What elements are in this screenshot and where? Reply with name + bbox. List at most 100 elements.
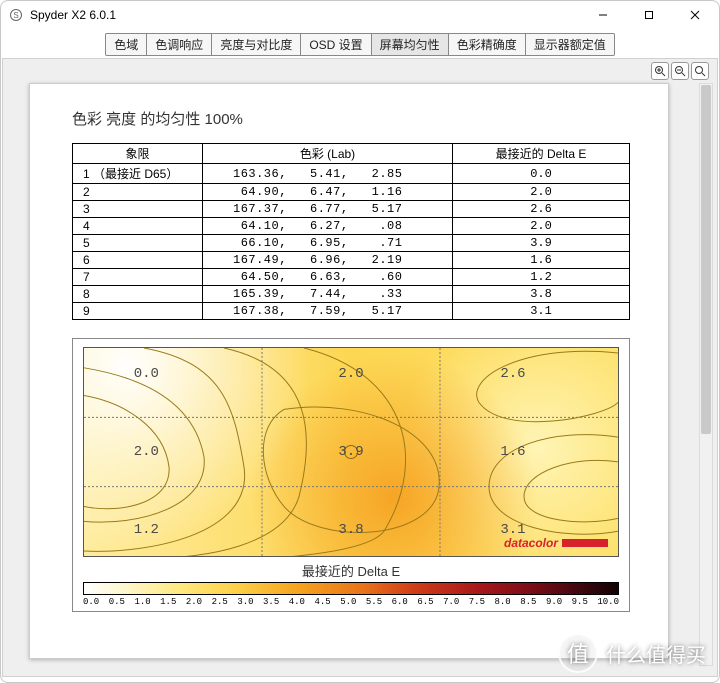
cell-lab: 167.37, 6.77, 5.17	[203, 201, 453, 218]
cell-quadrant: 4	[73, 218, 203, 235]
window-title: Spyder X2 6.0.1	[30, 8, 116, 22]
col-header-lab: 色彩 (Lab)	[203, 144, 453, 164]
color-scale-ticks: 0.00.51.01.52.02.53.03.54.04.55.05.56.06…	[83, 597, 619, 607]
minimize-button[interactable]	[580, 0, 626, 30]
table-row: 8165.39, 7.44, .333.8	[73, 286, 630, 303]
report-page: 色彩 亮度 的均匀性 100% 象限 色彩 (Lab) 最接近的 Delta E…	[29, 83, 669, 659]
scale-tick: 3.5	[263, 597, 279, 607]
cell-deltae: 2.6	[453, 201, 630, 218]
cell-quadrant: 8	[73, 286, 203, 303]
col-header-quadrant: 象限	[73, 144, 203, 164]
cell-value-label: 2.0	[134, 444, 159, 460]
tab-6[interactable]: 显示器额定值	[526, 34, 614, 55]
window-controls	[580, 0, 718, 30]
svg-text:S: S	[13, 11, 18, 20]
cell-value-label: 2.6	[500, 366, 525, 382]
cell-quadrant: 2	[73, 184, 203, 201]
col-header-deltae: 最接近的 Delta E	[453, 144, 630, 164]
cell-lab: 167.49, 6.96, 2.19	[203, 252, 453, 269]
zoom-toolbar	[651, 62, 709, 80]
zoom-fit-button[interactable]	[691, 62, 709, 80]
scale-tick: 6.0	[392, 597, 408, 607]
cell-deltae: 3.1	[453, 303, 630, 320]
scale-tick: 5.5	[366, 597, 382, 607]
scale-tick: 10.0	[597, 597, 619, 607]
cell-value-label: 3.1	[500, 522, 525, 538]
cell-quadrant: 7	[73, 269, 203, 286]
scale-tick: 3.0	[237, 597, 253, 607]
cell-lab: 167.38, 7.59, 5.17	[203, 303, 453, 320]
app-icon: S	[8, 7, 24, 23]
cell-value-label: 3.9	[338, 444, 363, 460]
cell-lab: 66.10, 6.95, .71	[203, 235, 453, 252]
vertical-scrollbar[interactable]	[699, 83, 713, 666]
table-row: 6167.49, 6.96, 2.191.6	[73, 252, 630, 269]
scale-tick: 2.5	[212, 597, 228, 607]
cell-quadrant: 3	[73, 201, 203, 218]
cell-deltae: 2.0	[453, 184, 630, 201]
cell-value-label: 2.0	[338, 366, 363, 382]
zoom-out-button[interactable]	[671, 62, 689, 80]
scale-tick: 1.5	[160, 597, 176, 607]
scale-tick: 2.0	[186, 597, 202, 607]
scale-tick: 1.0	[134, 597, 150, 607]
watermark-icon: 值	[558, 633, 598, 673]
table-row: 1 （最接近 D65）163.36, 5.41, 2.850.0	[73, 164, 630, 184]
cell-deltae: 1.6	[453, 252, 630, 269]
scale-tick: 4.0	[289, 597, 305, 607]
tabs-group: 色域色调响应亮度与对比度OSD 设置屏幕均匀性色彩精确度显示器额定值	[105, 33, 614, 56]
tab-4[interactable]: 屏幕均匀性	[372, 34, 449, 55]
scale-tick: 7.5	[469, 597, 485, 607]
scale-tick: 5.0	[340, 597, 356, 607]
cell-quadrant: 9	[73, 303, 203, 320]
cell-value-label: 1.2	[134, 522, 159, 538]
page-title: 色彩 亮度 的均匀性 100%	[72, 108, 654, 129]
tab-5[interactable]: 色彩精确度	[449, 34, 526, 55]
table-row: 4 64.10, 6.27, .082.0	[73, 218, 630, 235]
cell-lab: 64.10, 6.27, .08	[203, 218, 453, 235]
cell-quadrant: 1 （最接近 D65）	[73, 164, 203, 184]
uniformity-chart: datacolor 0.0 2.0 2.6 2.0 3.9 1.6 1.2 3.8 3.1 最接…	[72, 338, 630, 612]
scale-tick: 0.0	[83, 597, 99, 607]
cell-deltae: 0.0	[453, 164, 630, 184]
client-area: 色彩 亮度 的均匀性 100% 象限 色彩 (Lab) 最接近的 Delta E…	[2, 58, 718, 677]
scale-tick: 8.5	[520, 597, 536, 607]
scale-tick: 7.0	[443, 597, 459, 607]
scale-tick: 9.0	[546, 597, 562, 607]
cell-deltae: 3.9	[453, 235, 630, 252]
scale-tick: 6.5	[417, 597, 433, 607]
scale-tick: 8.0	[495, 597, 511, 607]
cell-lab: 163.36, 5.41, 2.85	[203, 164, 453, 184]
cell-quadrant: 6	[73, 252, 203, 269]
tab-3[interactable]: OSD 设置	[301, 34, 371, 55]
cell-deltae: 1.2	[453, 269, 630, 286]
table-row: 5 66.10, 6.95, .713.9	[73, 235, 630, 252]
uniformity-table: 象限 色彩 (Lab) 最接近的 Delta E 1 （最接近 D65）163.…	[72, 143, 630, 320]
cell-deltae: 3.8	[453, 286, 630, 303]
brand-label: datacolor	[504, 536, 608, 550]
table-row: 9167.38, 7.59, 5.173.1	[73, 303, 630, 320]
scale-tick: 0.5	[109, 597, 125, 607]
color-scale-bar	[83, 582, 619, 595]
table-row: 3167.37, 6.77, 5.172.6	[73, 201, 630, 218]
cell-value-label: 0.0	[134, 366, 159, 382]
table-row: 2 64.90, 6.47, 1.162.0	[73, 184, 630, 201]
close-button[interactable]	[672, 0, 718, 30]
maximize-button[interactable]	[626, 0, 672, 30]
tabs-row: 色域色调响应亮度与对比度OSD 设置屏幕均匀性色彩精确度显示器额定值	[0, 30, 720, 58]
tab-1[interactable]: 色调响应	[147, 34, 212, 55]
tab-0[interactable]: 色域	[106, 34, 147, 55]
cell-lab: 165.39, 7.44, .33	[203, 286, 453, 303]
titlebar: S Spyder X2 6.0.1	[0, 0, 720, 30]
heatmap-plot: datacolor 0.0 2.0 2.6 2.0 3.9 1.6 1.2 3.8 3.1	[83, 347, 619, 557]
cell-value-label: 3.8	[338, 522, 363, 538]
zoom-in-button[interactable]	[651, 62, 669, 80]
cell-deltae: 2.0	[453, 218, 630, 235]
tab-2[interactable]: 亮度与对比度	[212, 34, 301, 55]
legend-title: 最接近的 Delta E	[83, 561, 619, 580]
watermark: 值 什么值得买	[558, 633, 706, 673]
cell-lab: 64.90, 6.47, 1.16	[203, 184, 453, 201]
watermark-text: 什么值得买	[606, 639, 706, 668]
cell-value-label: 1.6	[500, 444, 525, 460]
scale-tick: 9.5	[572, 597, 588, 607]
